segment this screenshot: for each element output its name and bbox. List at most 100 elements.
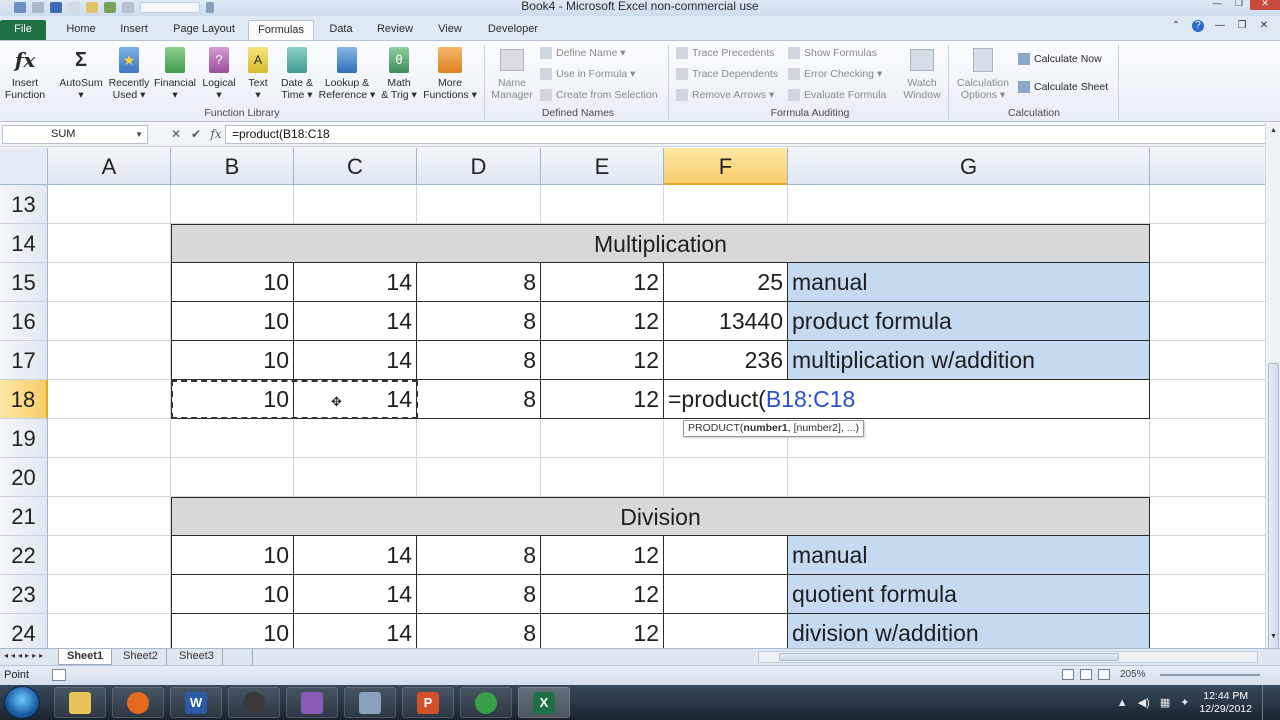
cell[interactable] — [788, 185, 1150, 224]
recently-used-button[interactable]: ★ Recently Used ▾ — [106, 45, 152, 101]
row-header[interactable]: 23 — [0, 575, 48, 614]
column-header-g[interactable]: G — [788, 148, 1150, 185]
taskbar-app[interactable] — [286, 687, 338, 718]
cell[interactable] — [1150, 575, 1265, 614]
more-functions-button[interactable]: More Functions ▾ — [420, 45, 480, 101]
cell-d15[interactable]: 8 — [417, 263, 541, 302]
cell[interactable] — [171, 458, 294, 497]
cell[interactable] — [1150, 614, 1265, 648]
cell-d18[interactable]: 8 — [417, 380, 541, 419]
cell[interactable] — [1150, 263, 1265, 302]
close-button[interactable]: ✕ — [1250, 0, 1280, 10]
taskbar-powerpoint[interactable]: P — [402, 687, 454, 718]
cancel-icon[interactable]: ✕ — [170, 127, 182, 141]
cell-f15[interactable]: 25 — [664, 263, 788, 302]
cell[interactable] — [1150, 497, 1265, 536]
column-header-e[interactable]: E — [541, 148, 664, 185]
column-header-h[interactable] — [1150, 148, 1265, 185]
chevron-down-icon[interactable]: ▼ — [135, 126, 143, 143]
multiplication-header[interactable]: Multiplication — [171, 224, 1150, 263]
doc-restore-icon[interactable]: ❐ — [1236, 20, 1248, 32]
tab-page-layout[interactable]: Page Layout — [165, 20, 243, 40]
cell-b24[interactable]: 10 — [171, 614, 294, 648]
insert-sheet-icon[interactable] — [227, 649, 253, 665]
cell[interactable] — [48, 341, 171, 380]
cell-c22[interactable]: 14 — [294, 536, 417, 575]
cell[interactable] — [417, 185, 541, 224]
sheet-tab-sheet2[interactable]: Sheet2 — [115, 649, 167, 665]
row-header[interactable]: 14 — [0, 224, 48, 263]
row-header[interactable]: 13 — [0, 185, 48, 224]
date-time-button[interactable]: Date & Time ▾ — [276, 45, 318, 101]
cell[interactable] — [417, 458, 541, 497]
cell[interactable] — [48, 185, 171, 224]
cell-g22[interactable]: manual — [788, 536, 1150, 575]
cell-c15[interactable]: 14 — [294, 263, 417, 302]
tray-app-icon[interactable]: ✦ — [1180, 696, 1189, 709]
name-manager-button[interactable]: Name Manager — [488, 45, 536, 101]
row-header-selected[interactable]: 18 — [0, 380, 48, 419]
taskbar-word[interactable]: W — [170, 687, 222, 718]
watch-window-button[interactable]: Watch Window — [898, 45, 946, 101]
fx-icon[interactable]: fx — [210, 127, 222, 141]
create-from-selection-button[interactable]: Create from Selection — [540, 89, 658, 101]
tab-formulas[interactable]: Formulas — [248, 20, 314, 40]
column-header-a[interactable]: A — [48, 148, 171, 185]
taskbar-excel[interactable]: X — [518, 687, 570, 718]
remove-arrows-button[interactable]: Remove Arrows ▾ — [676, 89, 774, 101]
cell[interactable] — [48, 380, 171, 419]
scroll-down-arrow-icon[interactable]: ▼ — [1268, 633, 1279, 644]
show-desktop-button[interactable] — [1262, 685, 1272, 720]
row-header[interactable]: 17 — [0, 341, 48, 380]
cell-f16[interactable]: 13440 — [664, 302, 788, 341]
insert-function-button[interactable]: fx Insert Function — [2, 45, 48, 101]
cell[interactable] — [1150, 302, 1265, 341]
tab-home[interactable]: Home — [58, 20, 104, 40]
show-formulas-button[interactable]: Show Formulas — [788, 47, 877, 59]
cell-e16[interactable]: 12 — [541, 302, 664, 341]
tab-review[interactable]: Review — [370, 20, 420, 40]
cell[interactable] — [541, 458, 664, 497]
row-header[interactable]: 19 — [0, 419, 48, 458]
cell[interactable] — [48, 224, 171, 263]
cell-e17[interactable]: 12 — [541, 341, 664, 380]
column-header-f[interactable]: F — [664, 148, 788, 185]
cell-g16[interactable]: product formula — [788, 302, 1150, 341]
cell-e18[interactable]: 12 — [541, 380, 664, 419]
autosum-button[interactable]: Σ AutoSum ▾ — [58, 45, 104, 101]
horizontal-scrollbar[interactable] — [758, 651, 1258, 663]
scroll-up-arrow-icon[interactable]: ▲ — [1268, 127, 1279, 138]
cell[interactable] — [48, 458, 171, 497]
cell-c17[interactable]: 14 — [294, 341, 417, 380]
cell-g15[interactable]: manual — [788, 263, 1150, 302]
column-header-d[interactable]: D — [417, 148, 541, 185]
tab-developer[interactable]: Developer — [480, 20, 546, 40]
formula-input[interactable]: =product(B18:C18 — [225, 125, 1267, 144]
cell-b16[interactable]: 10 — [171, 302, 294, 341]
select-all-corner[interactable] — [0, 148, 48, 185]
cell-b22[interactable]: 10 — [171, 536, 294, 575]
cell-f18-editing[interactable]: =product(B18:C18 — [664, 380, 1150, 419]
cell[interactable] — [1150, 458, 1265, 497]
enter-icon[interactable]: ✔ — [190, 127, 202, 141]
cell[interactable] — [48, 302, 171, 341]
collapse-ribbon-icon[interactable]: ⌃ — [1170, 20, 1182, 32]
cell-g17[interactable]: multiplication w/addition — [788, 341, 1150, 380]
row-header[interactable]: 15 — [0, 263, 48, 302]
cell-d16[interactable]: 8 — [417, 302, 541, 341]
cell-b18[interactable]: 10 — [171, 380, 294, 419]
cell[interactable] — [48, 575, 171, 614]
row-header[interactable]: 24 — [0, 614, 48, 648]
cell[interactable] — [1150, 185, 1265, 224]
text-button[interactable]: A Text ▾ — [240, 45, 276, 101]
cell-c24[interactable]: 14 — [294, 614, 417, 648]
calculation-options-button[interactable]: Calculation Options ▾ — [952, 45, 1014, 101]
cell-b15[interactable]: 10 — [171, 263, 294, 302]
cell[interactable] — [48, 497, 171, 536]
vertical-scroll-thumb[interactable] — [1268, 363, 1279, 663]
cell[interactable] — [664, 185, 788, 224]
tray-arrow-icon[interactable]: ▲ — [1117, 697, 1128, 709]
cell[interactable] — [1150, 341, 1265, 380]
cell-c16[interactable]: 14 — [294, 302, 417, 341]
worksheet-grid[interactable]: A B C D E F G 13 14 15 16 17 18 19 20 21… — [0, 148, 1265, 648]
